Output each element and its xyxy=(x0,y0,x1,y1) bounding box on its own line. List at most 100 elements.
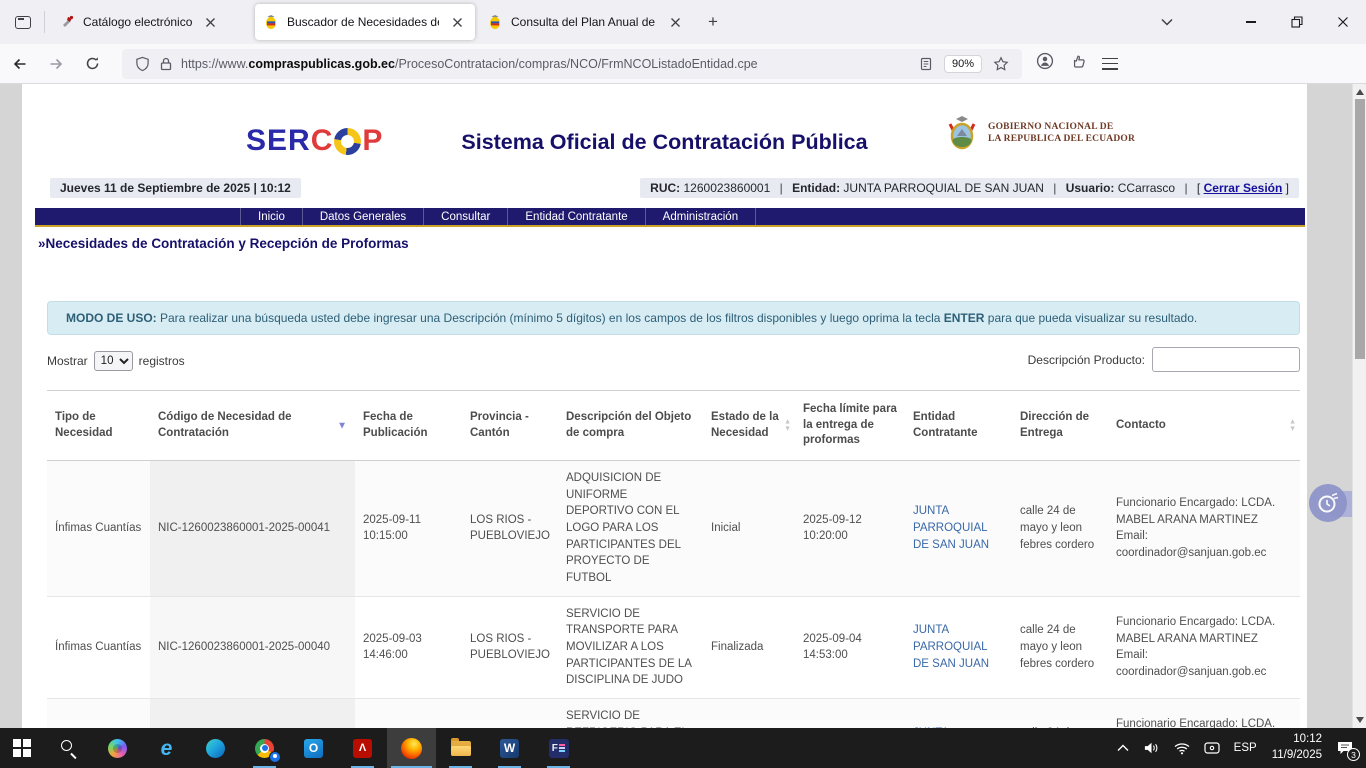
fs-app-icon: F xyxy=(549,739,569,758)
forward-button[interactable] xyxy=(40,48,72,80)
taskbar-copilot-button[interactable] xyxy=(93,728,142,768)
menu-item-inicio[interactable]: Inicio xyxy=(240,208,302,225)
menu-item-administracion[interactable]: Administración xyxy=(645,208,756,225)
tab-close-icon[interactable] xyxy=(665,12,685,32)
minimize-icon xyxy=(1246,21,1256,22)
page-viewport: SERCP Sistema Oficial de Contratación Pú… xyxy=(0,84,1366,728)
product-description-input[interactable] xyxy=(1152,347,1300,372)
col-entidad-contratante[interactable]: Entidad Contratante xyxy=(905,391,1012,461)
scroll-up-icon[interactable] xyxy=(1353,85,1366,99)
close-window-button[interactable] xyxy=(1320,0,1366,44)
taskbar-firefox-button[interactable] xyxy=(387,728,436,768)
restore-button[interactable] xyxy=(1274,0,1320,44)
tab-title: Consulta del Plan Anual de Con xyxy=(511,15,657,29)
show-records-control: Mostrar 10 registros xyxy=(47,351,185,371)
table-row: Ínfimas Cuantías NIC-1260023860001-2025-… xyxy=(47,596,1300,698)
taskbar-chrome-button[interactable] xyxy=(240,728,289,768)
col-tipo-necesidad[interactable]: Tipo de Necesidad xyxy=(47,391,150,461)
system-tray: ESP 10:12 11/9/2025 3 xyxy=(1110,728,1366,768)
tray-chevron-up-icon[interactable] xyxy=(1110,728,1136,768)
zoom-level-badge[interactable]: 90% xyxy=(944,55,982,73)
reload-button[interactable] xyxy=(76,48,108,80)
account-icon[interactable] xyxy=(1036,52,1054,75)
table-row: Ínfimas Cuantías NIC-1260023860001-2025-… xyxy=(47,461,1300,597)
col-contacto[interactable]: Contacto▲▼ xyxy=(1108,391,1300,461)
tab-buscador-necesidades[interactable]: Buscador de Necesidades de Co xyxy=(255,4,475,40)
page-scrollbar[interactable] xyxy=(1352,84,1366,728)
quick-access-widget[interactable] xyxy=(1309,484,1353,524)
tab-close-icon[interactable] xyxy=(447,12,467,32)
cell-fecha-publicacion: 2025-09-03 14:46:00 xyxy=(355,596,462,698)
col-fecha-limite[interactable]: Fecha límite para la entrega de proforma… xyxy=(795,391,905,461)
taskbar-search-button[interactable] xyxy=(44,728,93,768)
ecuador-crest-favicon-icon xyxy=(487,14,503,30)
page-title: »Necesidades de Contratación y Recepción… xyxy=(38,236,409,251)
col-descripcion-objeto[interactable]: Descripción del Objeto de compra xyxy=(558,391,703,461)
chrome-profile-badge-icon xyxy=(269,751,281,763)
close-icon xyxy=(1337,16,1349,28)
firefox-view-button[interactable] xyxy=(8,7,38,37)
tab-close-icon[interactable] xyxy=(200,12,220,32)
shield-icon[interactable] xyxy=(135,56,150,72)
lock-icon[interactable] xyxy=(160,57,172,71)
tab-consulta-plan-anual[interactable]: Consulta del Plan Anual de Con xyxy=(479,4,693,40)
menu-item-datos-generales[interactable]: Datos Generales xyxy=(302,208,423,225)
clock-widget-icon[interactable] xyxy=(1309,484,1347,522)
cell-tipo: Ínfimas Cuantías xyxy=(47,596,150,698)
meet-now-icon[interactable] xyxy=(1197,728,1227,768)
entity-link[interactable]: JUNTA PARROQUIAL DE SAN JUAN xyxy=(913,624,989,669)
taskbar-file-explorer-button[interactable] xyxy=(436,728,485,768)
new-tab-button[interactable]: + xyxy=(699,8,727,36)
taskbar-internet-explorer-button[interactable]: e xyxy=(142,728,191,768)
tab-catalogo-electronico[interactable]: Catálogo electrónico xyxy=(51,4,251,40)
taskbar-edge-button[interactable] xyxy=(191,728,240,768)
ruc-value: 1260023860001 xyxy=(684,181,771,195)
product-filter: Descripción Producto: xyxy=(1028,347,1300,372)
taskbar-word-button[interactable]: W xyxy=(485,728,534,768)
cell-codigo: NIC-1260023860001-2025-00041 xyxy=(150,461,355,597)
menu-hamburger-icon[interactable] xyxy=(1102,58,1118,70)
col-fecha-publicacion[interactable]: Fecha de Publicación xyxy=(355,391,462,461)
bookmark-star-icon[interactable] xyxy=(993,56,1009,72)
url-bar[interactable]: https://www.compraspublicas.gob.ec/Proce… xyxy=(122,49,1022,79)
list-all-tabs-button[interactable] xyxy=(1152,7,1182,37)
col-codigo-necesidad[interactable]: Código de Necesidad de Contratación▼ xyxy=(150,391,355,461)
logout-link[interactable]: Cerrar Sesión xyxy=(1204,181,1283,195)
notification-center-button[interactable]: 3 xyxy=(1330,728,1366,768)
col-estado-necesidad[interactable]: Estado de la Necesidad▲▼ xyxy=(703,391,795,461)
taskbar-fs-app-button[interactable]: F xyxy=(534,728,583,768)
tab-title: Buscador de Necesidades de Co xyxy=(287,15,439,29)
sort-both-icon: ▲▼ xyxy=(1289,418,1296,433)
minimize-button[interactable] xyxy=(1228,0,1274,44)
internet-explorer-icon: e xyxy=(161,738,173,759)
volume-icon[interactable] xyxy=(1136,728,1167,768)
entity-link[interactable]: JUNTA PARROQUIAL DE SAN JUAN xyxy=(913,505,989,550)
language-indicator[interactable]: ESP xyxy=(1227,728,1264,768)
scroll-down-icon[interactable] xyxy=(1353,713,1366,727)
col-provincia-canton[interactable]: Provincia - Cantón xyxy=(462,391,558,461)
profile-badge-icon[interactable] xyxy=(1070,53,1086,74)
scrollbar-thumb[interactable] xyxy=(1355,99,1365,359)
firefox-icon xyxy=(401,738,422,759)
page-content: SERCP Sistema Oficial de Contratación Pú… xyxy=(22,84,1307,728)
cell-contacto: Funcionario Encargado: LCDA. MABEL ARANA… xyxy=(1108,461,1300,597)
outlook-icon: O xyxy=(304,739,323,758)
taskbar-acrobat-button[interactable]: Λ xyxy=(338,728,387,768)
start-button[interactable] xyxy=(0,728,44,768)
menu-item-consultar[interactable]: Consultar xyxy=(423,208,507,225)
back-button[interactable] xyxy=(4,48,36,80)
cell-direccion: calle 24 de mayo y leon febres cordero xyxy=(1012,596,1108,698)
sort-desc-icon: ▼ xyxy=(337,419,347,433)
col-direccion-entrega[interactable]: Dirección de Entrega xyxy=(1012,391,1108,461)
wifi-icon[interactable] xyxy=(1167,728,1197,768)
usage-note: MODO DE USO: Para realizar una búsqueda … xyxy=(47,301,1300,335)
cell-provincia: LOS RIOS - PUEBLOVIEJO xyxy=(462,596,558,698)
show-records-select[interactable]: 10 xyxy=(94,351,133,371)
menu-item-entidad-contratante[interactable]: Entidad Contratante xyxy=(507,208,644,225)
session-bar: RUC: 1260023860001 | Entidad: JUNTA PARR… xyxy=(640,178,1299,198)
table-header-row: Tipo de Necesidad Código de Necesidad de… xyxy=(47,391,1300,461)
taskbar-clock[interactable]: 10:12 11/9/2025 xyxy=(1264,732,1330,763)
reader-mode-icon[interactable] xyxy=(919,57,933,71)
cell-estado: Inicial xyxy=(703,461,795,597)
taskbar-outlook-button[interactable]: O xyxy=(289,728,338,768)
